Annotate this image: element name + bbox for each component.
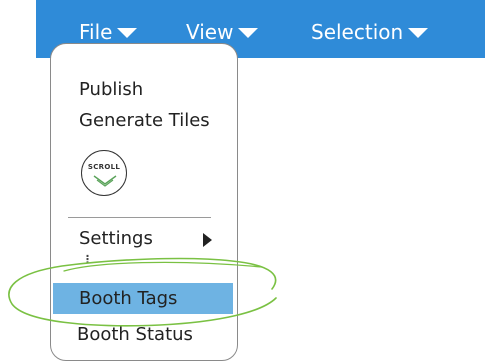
caret-down-icon [238,27,259,38]
app-stage: File View Selection Publish Generate Til… [0,0,485,362]
selection-menu-button[interactable]: Selection [311,19,429,45]
menu-item-publish[interactable]: Publish [79,78,143,102]
more-items-icon: ⋮ [82,253,93,266]
scroll-logo-button[interactable]: SCROLL [81,150,127,196]
selection-menu-label: Selection [311,20,404,44]
scroll-logo-text: SCROLL [87,163,121,171]
menu-item-booth-tags[interactable]: Booth Tags [79,287,177,311]
file-dropdown-menu: Publish Generate Tiles SCROLL Settings ⋮… [50,43,238,361]
menu-divider [68,217,211,218]
file-menu-label: File [79,20,113,44]
caret-down-icon [117,27,138,38]
menu-item-settings[interactable]: Settings [79,227,153,251]
view-menu-label: View [186,20,234,44]
file-menu-button[interactable]: File [79,19,138,45]
menu-item-booth-status[interactable]: Booth Status [77,323,193,347]
menu-item-generate-tiles[interactable]: Generate Tiles [79,109,210,133]
chevron-down-icon [93,175,117,187]
view-menu-button[interactable]: View [186,19,259,45]
caret-down-icon [408,27,429,38]
submenu-arrow-icon [203,233,212,247]
